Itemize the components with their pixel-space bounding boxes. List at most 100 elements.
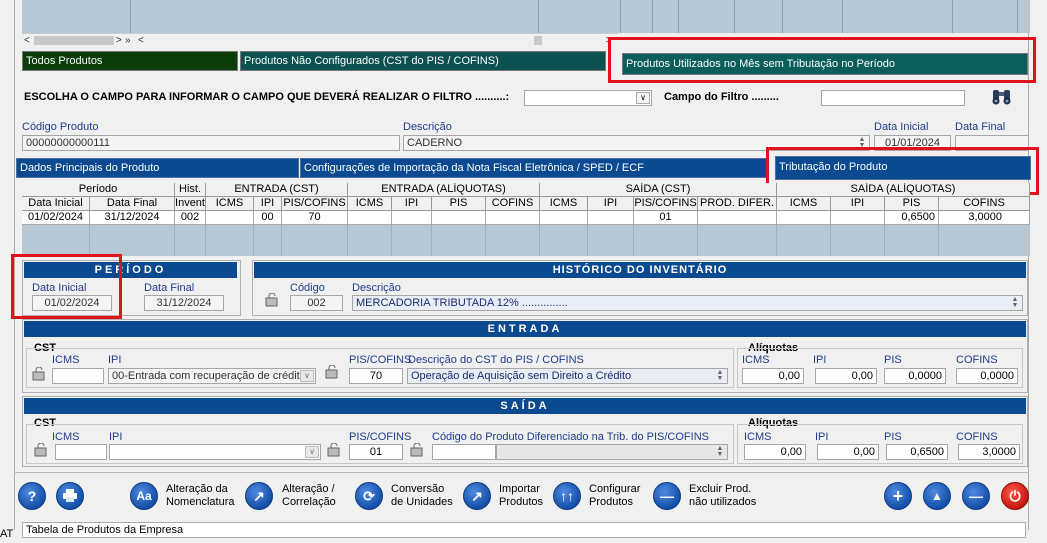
left-scrollbar[interactable]: < > » (22, 33, 136, 47)
print-button[interactable] (56, 482, 84, 510)
filter-field-input[interactable] (821, 90, 965, 106)
alter-nomenclature-label[interactable]: Alteração da Nomenclatura (166, 483, 234, 509)
historico-code-field[interactable]: 002 (290, 295, 343, 311)
periodo-end-field[interactable]: 31/12/2024 (144, 295, 224, 311)
configure-products-label[interactable]: Configurar Produtos (589, 483, 640, 509)
table-cell[interactable] (348, 211, 392, 225)
filter-field-select[interactable]: ∨ (524, 90, 652, 106)
table-cell[interactable]: 002 (175, 211, 206, 225)
spin-arrows-icon[interactable]: ▲ ▼ (1010, 296, 1020, 309)
help-button[interactable]: ? (18, 482, 46, 510)
table-cell[interactable]: 70 (282, 211, 348, 225)
product-end-field[interactable] (955, 135, 1029, 151)
tab-used-without-tax[interactable]: Produtos Utilizados no Mês sem Tributaçã… (622, 53, 1028, 75)
entrada-desc-field[interactable]: Operação de Aquisição sem Direito a Créd… (407, 368, 728, 384)
tab-main-data[interactable]: Dados Principais do Produto (16, 158, 299, 178)
saida-aliq-icms-field[interactable]: 0,00 (744, 444, 806, 460)
table-cell[interactable]: 3,0000 (939, 211, 1030, 225)
entrada-aliq-pis-label: PIS (884, 354, 902, 366)
product-desc-field[interactable]: CADERNO ▲ ▼ (403, 135, 870, 151)
table-cell[interactable] (588, 211, 634, 225)
product-code-field[interactable]: 00000000000111 (22, 135, 400, 151)
entrada-aliq-ipi-field[interactable]: 0,00 (815, 368, 877, 384)
table-cell[interactable] (486, 211, 540, 225)
column-header: PIS/COFINS (282, 197, 348, 211)
configure-products-button[interactable]: ↑↑ (553, 482, 581, 510)
scroll-split-icon[interactable]: » (125, 34, 131, 47)
entrada-aliq-cofins-field[interactable]: 0,0000 (956, 368, 1018, 384)
binoculars-icon[interactable] (990, 86, 1014, 106)
saida-aliq-cofins-field[interactable]: 3,0000 (958, 444, 1020, 460)
product-end-label: Data Final (955, 121, 1006, 133)
entrada-aliq-icms-field[interactable]: 0,00 (742, 368, 804, 384)
spin-arrows-icon[interactable]: ▲ ▼ (715, 445, 725, 458)
saida-pis-field[interactable]: 01 (349, 444, 403, 460)
alter-correlation-label[interactable]: Alteração / Correlação (282, 483, 336, 509)
table-cell[interactable] (392, 211, 432, 225)
import-products-label[interactable]: Importar Produtos (499, 483, 543, 509)
add-button[interactable]: + (884, 482, 912, 510)
column-header: IPI (588, 197, 634, 211)
historico-desc-field[interactable]: MERCADORIA TRIBUTADA 12% ...............… (352, 295, 1023, 311)
saida-icms-field[interactable] (55, 444, 107, 460)
saida-aliq-ipi-field[interactable]: 0,00 (817, 444, 879, 460)
top-grid[interactable] (22, 0, 1030, 33)
tab-taxation[interactable]: Tributação do Produto (775, 156, 1031, 180)
delete-unused-button[interactable]: — (653, 482, 681, 510)
entrada-icms-field[interactable] (52, 368, 104, 384)
table-cell[interactable]: 01/02/2024 (22, 211, 90, 225)
taxation-table[interactable]: Período Hist. ENTRADA (CST) ENTRADA (ALÍ… (22, 183, 1030, 256)
chevron-down-icon[interactable]: ∨ (305, 446, 319, 458)
spin-arrows-icon[interactable]: ▲ ▼ (715, 369, 725, 382)
convert-units-button[interactable]: ⟳ (355, 482, 383, 510)
delete-unused-label[interactable]: Excluir Prod. não utilizados (689, 483, 756, 509)
tab-all-products[interactable]: Todos Produtos (22, 51, 238, 71)
alter-correlation-button[interactable]: ↗ (245, 482, 273, 510)
table-cell[interactable] (777, 211, 831, 225)
table-cell[interactable]: 31/12/2024 (90, 211, 175, 225)
saida-aliq-pis-field[interactable]: 0,6500 (886, 444, 948, 460)
column-header: ICMS (777, 197, 831, 211)
lookup-icon[interactable] (265, 292, 280, 307)
scroll-left-icon[interactable]: < (138, 34, 144, 47)
exit-button[interactable]: ⏻ (1001, 482, 1029, 510)
table-cell[interactable] (831, 211, 885, 225)
scroll-right-icon[interactable]: > (606, 34, 612, 47)
entrada-pis-field[interactable]: 70 (349, 368, 403, 384)
minus-icon: — (660, 488, 674, 504)
table-cell[interactable]: 01 (634, 211, 698, 225)
saida-diff-desc-field[interactable]: ▲ ▼ (496, 444, 728, 460)
entrada-aliq-cofins-label: COFINS (956, 354, 998, 366)
table-cell[interactable] (698, 211, 777, 225)
convert-units-label[interactable]: Conversão de Unidades (391, 483, 453, 509)
lookup-icon[interactable] (410, 442, 425, 457)
scroll-right-icon[interactable]: > (116, 34, 122, 47)
chevron-down-icon[interactable]: ∨ (636, 92, 650, 104)
remove-button[interactable]: — (962, 482, 990, 510)
tab-not-configured[interactable]: Produtos Não Configurados (CST do PIS / … (240, 51, 606, 71)
table-cell[interactable] (432, 211, 486, 225)
edit-button[interactable]: ▲ (923, 482, 951, 510)
tab-import-config[interactable]: Configurações de Importação da Nota Fisc… (300, 158, 768, 178)
lookup-icon[interactable] (34, 442, 49, 457)
table-cell[interactable] (206, 211, 254, 225)
entrada-aliq-ipi-label: IPI (813, 354, 827, 366)
saida-diff-code-field[interactable] (432, 444, 496, 460)
table-cell[interactable]: 0,6500 (885, 211, 939, 225)
spin-arrows-icon[interactable]: ▲ ▼ (857, 136, 867, 149)
scroll-left-icon[interactable]: < (24, 34, 30, 47)
product-start-field[interactable]: 01/01/2024 (874, 135, 951, 151)
entrada-ipi-select[interactable]: 00-Entrada com recuperação de crédito ∨ (108, 368, 316, 384)
import-products-button[interactable]: ↗ (463, 482, 491, 510)
lookup-icon[interactable] (32, 366, 47, 381)
table-cell[interactable]: 00 (254, 211, 282, 225)
entrada-aliq-pis-field[interactable]: 0,0000 (884, 368, 946, 384)
saida-ipi-select[interactable]: ∨ (109, 444, 321, 460)
chevron-down-icon[interactable]: ∨ (300, 370, 314, 382)
periodo-start-field[interactable]: 01/02/2024 (32, 295, 112, 311)
lookup-icon[interactable] (327, 442, 342, 457)
right-scrollbar[interactable]: < > (136, 33, 618, 47)
alter-nomenclature-button[interactable]: Aa (130, 482, 158, 510)
table-cell[interactable] (540, 211, 588, 225)
lookup-icon[interactable] (325, 364, 340, 379)
